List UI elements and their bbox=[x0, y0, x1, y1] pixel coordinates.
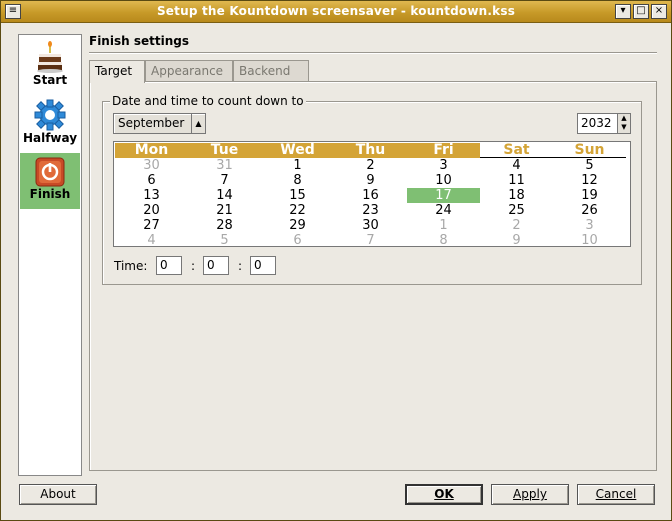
sidebar-label-halfway: Halfway bbox=[22, 131, 78, 145]
calendar-day[interactable]: 12 bbox=[553, 173, 626, 188]
title-divider bbox=[89, 52, 657, 54]
minutes-field[interactable]: 0 bbox=[203, 256, 229, 275]
gear-icon bbox=[34, 99, 66, 131]
calendar-day[interactable]: 31 bbox=[188, 158, 261, 173]
group-label: Date and time to count down to bbox=[110, 94, 306, 108]
calendar-day[interactable]: 23 bbox=[334, 203, 407, 218]
month-value: September bbox=[118, 116, 185, 130]
calendar-day[interactable]: 2 bbox=[334, 158, 407, 173]
weekday-header: Wed bbox=[261, 143, 334, 158]
weekday-header: Tue bbox=[188, 143, 261, 158]
time-separator: : bbox=[238, 259, 243, 273]
calendar-day[interactable]: 16 bbox=[334, 188, 407, 203]
tab-backend[interactable]: Backend bbox=[233, 60, 309, 82]
weekend-header: Sat bbox=[480, 143, 553, 158]
calendar-day[interactable]: 15 bbox=[261, 188, 334, 203]
ok-label: OK bbox=[434, 487, 454, 501]
sidebar-label-finish: Finish bbox=[29, 187, 71, 201]
calendar-day[interactable]: 21 bbox=[188, 203, 261, 218]
calendar-day[interactable]: 9 bbox=[334, 173, 407, 188]
year-spinbox[interactable]: 2032 ▲ ▼ bbox=[577, 113, 631, 134]
calendar-day[interactable]: 8 bbox=[261, 173, 334, 188]
cancel-label: Cancel bbox=[595, 487, 637, 501]
weekday-header: Mon bbox=[115, 143, 188, 158]
calendar-day[interactable]: 22 bbox=[261, 203, 334, 218]
time-separator: : bbox=[191, 259, 196, 273]
calendar-day[interactable]: 6 bbox=[261, 233, 334, 248]
calendar-day[interactable]: 4 bbox=[115, 233, 188, 248]
calendar-header: Mon Tue Wed Thu Fri Sat Sun bbox=[115, 143, 629, 158]
month-select[interactable]: September ▲ bbox=[113, 113, 206, 134]
calendar-day[interactable]: 5 bbox=[188, 233, 261, 248]
about-button[interactable]: About bbox=[19, 484, 97, 505]
calendar-day[interactable]: 26 bbox=[553, 203, 626, 218]
calendar-day[interactable]: 18 bbox=[480, 188, 553, 203]
calendar-day[interactable]: 3 bbox=[407, 158, 480, 173]
calendar-day[interactable]: 17 bbox=[407, 188, 480, 203]
weekday-header: Thu bbox=[334, 143, 407, 158]
minimize-icon[interactable]: ▾ bbox=[615, 4, 631, 19]
calendar-day[interactable]: 29 bbox=[261, 218, 334, 233]
setup-window: ≡ Setup the Kountdown screensaver - koun… bbox=[0, 0, 672, 521]
calendar-day[interactable]: 28 bbox=[188, 218, 261, 233]
wizard-sidebar: Start Halfway Finish bbox=[18, 34, 82, 476]
time-label: Time: bbox=[114, 259, 148, 273]
calendar-day[interactable]: 7 bbox=[188, 173, 261, 188]
calendar-day[interactable]: 10 bbox=[407, 173, 480, 188]
calendar-day[interactable]: 25 bbox=[480, 203, 553, 218]
page-title: Finish settings bbox=[89, 34, 189, 48]
calendar-day[interactable]: 3 bbox=[553, 218, 626, 233]
calendar-day[interactable]: 24 bbox=[407, 203, 480, 218]
calendar-day[interactable]: 19 bbox=[553, 188, 626, 203]
calendar-day[interactable]: 8 bbox=[407, 233, 480, 248]
cancel-button[interactable]: Cancel bbox=[577, 484, 655, 505]
calendar-day[interactable]: 9 bbox=[480, 233, 553, 248]
calendar-day[interactable]: 30 bbox=[334, 218, 407, 233]
calendar-day[interactable]: 5 bbox=[553, 158, 626, 173]
updown-arrow-icon: ▲ bbox=[191, 114, 205, 133]
apply-label: Apply bbox=[513, 487, 547, 501]
calendar-day[interactable]: 2 bbox=[480, 218, 553, 233]
calendar-day[interactable]: 1 bbox=[261, 158, 334, 173]
calendar-day[interactable]: 7 bbox=[334, 233, 407, 248]
weekend-header: Sun bbox=[553, 143, 626, 158]
window-title: Setup the Kountdown screensaver - kountd… bbox=[156, 4, 516, 18]
weekday-header: Fri bbox=[407, 143, 480, 158]
sidebar-item-finish[interactable]: Finish bbox=[20, 153, 80, 209]
spin-arrows-icon[interactable]: ▲ ▼ bbox=[617, 114, 630, 133]
calendar-day[interactable]: 1 bbox=[407, 218, 480, 233]
cake-icon bbox=[37, 41, 63, 73]
calendar-day[interactable]: 27 bbox=[115, 218, 188, 233]
calendar-day[interactable]: 13 bbox=[115, 188, 188, 203]
hours-field[interactable]: 0 bbox=[156, 256, 182, 275]
maximize-icon[interactable]: □ bbox=[633, 4, 649, 19]
sidebar-item-halfway[interactable]: Halfway bbox=[20, 96, 80, 150]
seconds-field[interactable]: 0 bbox=[250, 256, 276, 275]
calendar-day[interactable]: 14 bbox=[188, 188, 261, 203]
sidebar-item-start[interactable]: Start bbox=[20, 39, 80, 93]
year-value: 2032 bbox=[581, 116, 612, 130]
power-icon bbox=[35, 157, 65, 187]
title-bar[interactable]: ≡ Setup the Kountdown screensaver - koun… bbox=[1, 1, 671, 23]
tab-appearance[interactable]: Appearance bbox=[145, 60, 233, 82]
calendar-day[interactable]: 11 bbox=[480, 173, 553, 188]
calendar-day[interactable]: 6 bbox=[115, 173, 188, 188]
ok-button[interactable]: OK bbox=[405, 484, 483, 505]
apply-button[interactable]: Apply bbox=[491, 484, 569, 505]
calendar-day[interactable]: 20 bbox=[115, 203, 188, 218]
close-icon[interactable]: × bbox=[651, 4, 667, 19]
tab-target[interactable]: Target bbox=[89, 60, 145, 83]
calendar-day[interactable]: 4 bbox=[480, 158, 553, 173]
sidebar-label-start: Start bbox=[32, 73, 68, 87]
calendar-day[interactable]: 10 bbox=[553, 233, 626, 248]
calendar[interactable]: Mon Tue Wed Thu Fri Sat Sun 30 31 1 2 3 4 5 6 7 8… bbox=[113, 141, 631, 248]
calendar-day[interactable]: 30 bbox=[115, 158, 188, 173]
